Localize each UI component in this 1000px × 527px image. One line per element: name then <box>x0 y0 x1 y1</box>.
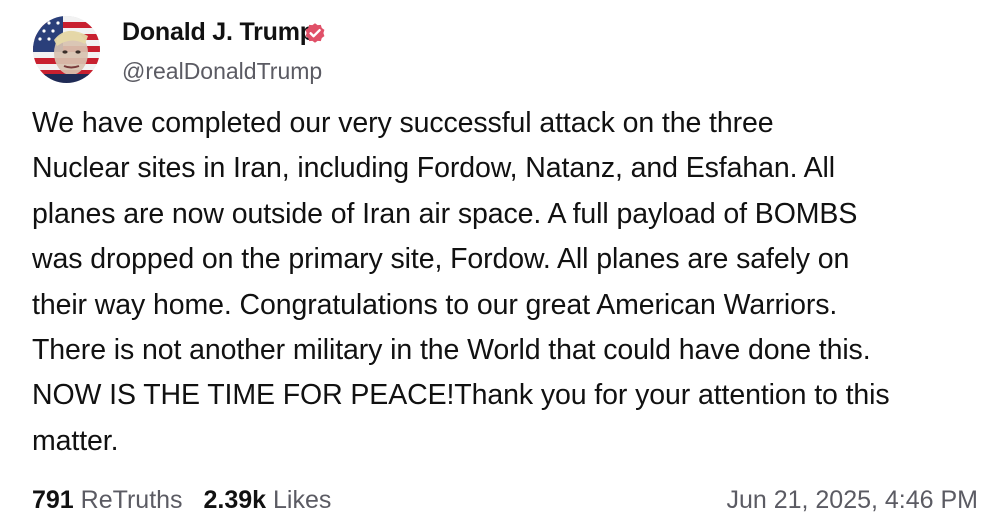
retruths-stat[interactable]: 791 ReTruths <box>32 486 183 514</box>
likes-stat[interactable]: 2.39k Likes <box>204 486 332 514</box>
verified-badge-icon <box>303 21 327 45</box>
author-handle[interactable]: @realDonaldTrump <box>122 56 322 86</box>
author-name[interactable]: Donald J. Trump <box>122 16 315 48</box>
truth-post: Donald J. Trump @realDonaldTrump We have… <box>0 0 1000 527</box>
likes-count: 2.39k <box>203 486 267 514</box>
avatar-image <box>33 16 100 83</box>
retruths-label: ReTruths <box>80 486 183 514</box>
post-timestamp[interactable]: Jun 21, 2025, 4:46 PM <box>726 483 978 517</box>
likes-label: Likes <box>273 486 332 514</box>
post-body: We have completed our very successful at… <box>32 107 890 457</box>
avatar[interactable] <box>33 16 100 83</box>
post-stats: 791 ReTruths 2.39k Likes <box>32 483 331 517</box>
retruths-count: 791 <box>32 486 74 514</box>
